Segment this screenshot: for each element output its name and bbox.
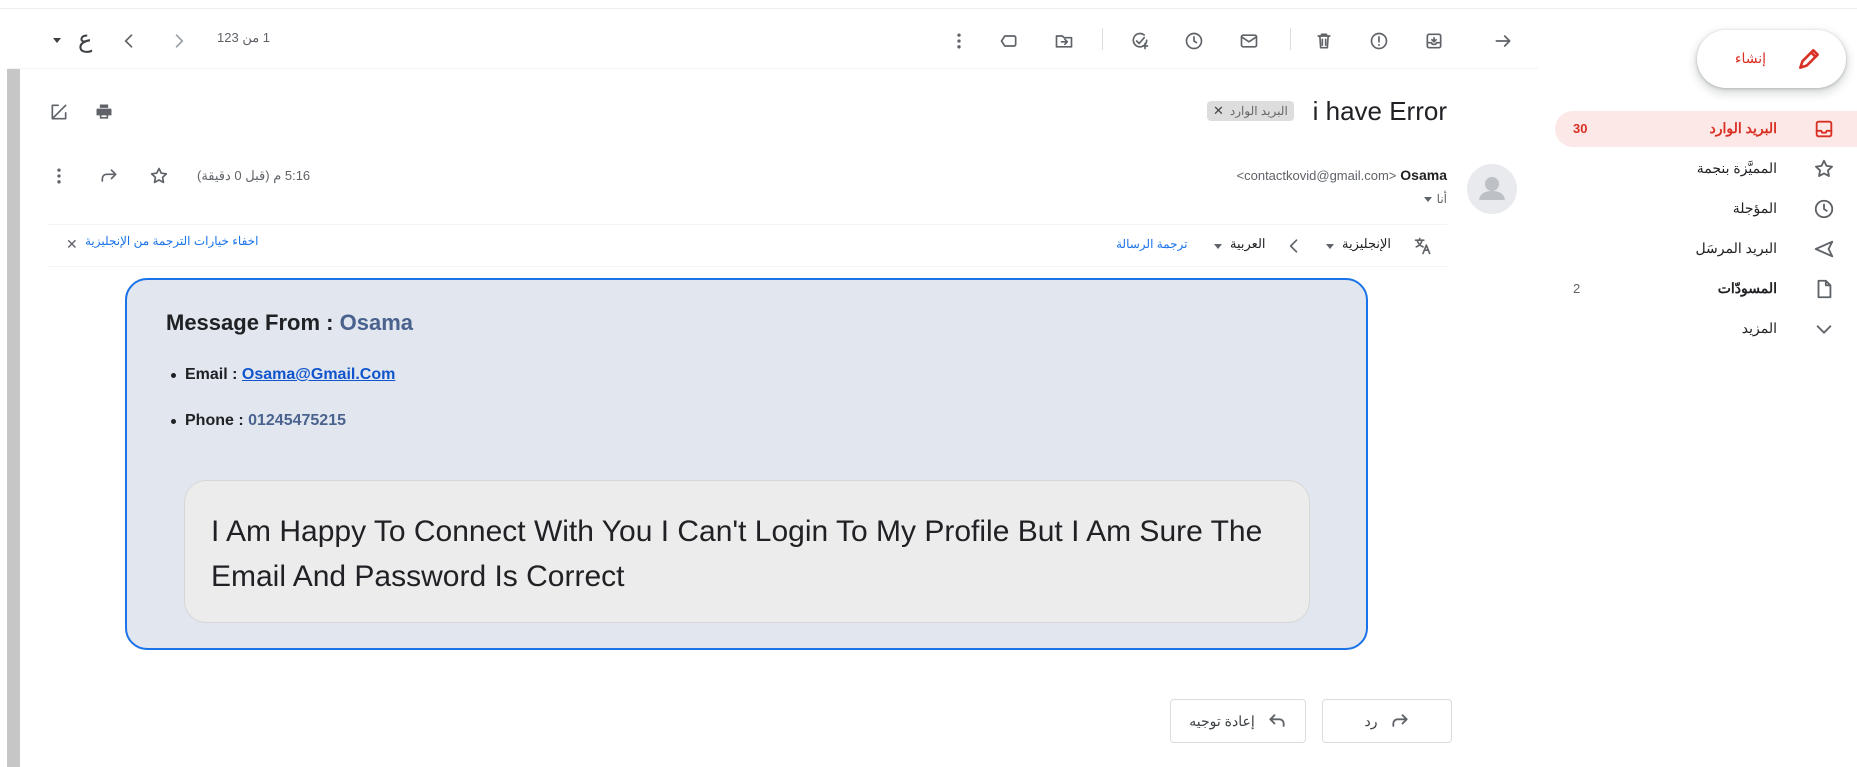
target-language-select[interactable]: العربية: [1230, 236, 1266, 252]
caret-down-icon[interactable]: [1212, 240, 1224, 252]
star-icon: [1813, 158, 1835, 180]
sender-name[interactable]: Osama: [1400, 167, 1447, 183]
email-subject: i have Error: [1312, 96, 1447, 126]
newer-chevron-icon[interactable]: [166, 28, 192, 54]
toolbar-separator: [1290, 28, 1291, 50]
remove-label-icon[interactable]: ✕: [1213, 103, 1224, 119]
pencil-icon: [1796, 46, 1822, 77]
pagination-text: 1 من 123: [217, 30, 271, 45]
print-icon[interactable]: [91, 99, 117, 125]
sender-email: <contactkovid@gmail.com>: [1236, 168, 1397, 183]
more-vert-icon[interactable]: [946, 28, 972, 54]
recipient-details[interactable]: أنا: [1423, 192, 1447, 206]
back-arrow-icon[interactable]: [1490, 28, 1516, 54]
older-chevron-icon[interactable]: [116, 28, 142, 54]
inbox-label-chip: البريد الوارد ✕: [1207, 101, 1294, 121]
phone-value: 01245475215: [248, 412, 346, 429]
compose-label: إنشاء: [1734, 50, 1766, 66]
target-language: العربية: [1230, 236, 1266, 251]
scrollbar[interactable]: [7, 69, 20, 767]
sidebar-item-inbox[interactable]: البريد الوارد 30: [1555, 111, 1857, 147]
reply-icon: [1391, 714, 1408, 727]
send-icon: [1813, 238, 1835, 260]
caret-down-icon[interactable]: [50, 33, 64, 47]
sidebar-item-sent[interactable]: البريد المرسَل: [1555, 231, 1857, 267]
phone-label: Phone :: [185, 412, 249, 429]
email-link[interactable]: Osama@Gmail.Com: [242, 366, 395, 383]
translate-icon: [1410, 233, 1436, 259]
label-icon[interactable]: [996, 28, 1022, 54]
move-to-icon[interactable]: [1051, 28, 1077, 54]
top-divider: [0, 8, 1857, 9]
snooze-icon[interactable]: [1181, 28, 1207, 54]
compose-button[interactable]: إنشاء: [1697, 30, 1846, 88]
avatar: [1467, 164, 1517, 214]
source-language: الإنجليزية: [1342, 236, 1392, 251]
sidebar-item-label: البريد المرسَل: [1695, 240, 1777, 256]
chevron-down-icon: [1813, 318, 1835, 340]
draft-icon: [1813, 278, 1835, 300]
email-time: 5:16 م (قبل 0 دقيقة): [197, 168, 311, 183]
caret-down-icon: [1423, 197, 1432, 202]
reply-label: رد: [1364, 712, 1378, 729]
sidebar-item-drafts[interactable]: المسودّات 2: [1555, 271, 1857, 307]
caret-down-icon[interactable]: [1324, 240, 1336, 252]
clock-icon: [1813, 198, 1835, 220]
sidebar-item-starred[interactable]: المميَّزة بنجمة: [1555, 151, 1857, 187]
delete-icon[interactable]: [1311, 28, 1337, 54]
sidebar-item-label: المؤجلة: [1732, 200, 1777, 216]
message-body: I Am Happy To Connect With You I Can't L…: [184, 480, 1310, 623]
unread-count: 30: [1573, 121, 1588, 136]
source-language-select[interactable]: الإنجليزية: [1342, 236, 1391, 252]
phone-bullet: Phone : 01245475215: [171, 412, 346, 430]
toolbar-separator: [1102, 28, 1103, 50]
star-icon[interactable]: [146, 163, 172, 189]
mark-unread-icon[interactable]: [1236, 28, 1262, 54]
sidebar-item-label: المسودّات: [1717, 280, 1777, 296]
translate-bar-divider: [48, 224, 1447, 225]
sidebar-item-more[interactable]: المزيد: [1555, 311, 1857, 347]
archive-icon[interactable]: [1421, 28, 1447, 54]
drafts-count: 2: [1573, 281, 1581, 296]
chip-label: البريد الوارد: [1229, 104, 1288, 118]
hide-translate-options-link[interactable]: اخفاء خيارات الترجمة من الإنجليزية: [85, 234, 258, 248]
forward-arrow-icon[interactable]: [96, 163, 122, 189]
chevron-left-icon: [1282, 234, 1306, 258]
translate-bar-divider: [48, 266, 1447, 267]
report-spam-icon[interactable]: [1366, 28, 1392, 54]
message-title: Message From : Osama: [166, 310, 413, 336]
sidebar-item-label: المميَّزة بنجمة: [1696, 160, 1777, 176]
message-title-name: Osama: [339, 310, 413, 335]
close-icon[interactable]: ✕: [66, 236, 78, 253]
forward-icon: [1269, 714, 1285, 727]
translate-message-link[interactable]: ترجمة الرسالة: [1116, 237, 1188, 251]
message-card: Message From : Osama Email : Osama@Gmail…: [125, 278, 1368, 650]
forward-button[interactable]: إعادة توجيه: [1170, 699, 1306, 743]
inbox-icon: [1813, 118, 1835, 140]
sender-line: <contactkovid@gmail.com> Osama: [1237, 167, 1447, 183]
more-vert-icon[interactable]: [46, 163, 72, 189]
recipient-label: أنا: [1436, 192, 1447, 206]
message-title-prefix: Message From :: [166, 310, 340, 335]
sidebar-item-label: البريد الوارد: [1709, 120, 1777, 136]
open-new-window-icon[interactable]: [46, 99, 72, 125]
input-language-glyph[interactable]: ع: [78, 25, 92, 54]
add-task-icon[interactable]: [1127, 28, 1153, 54]
toolbar-divider: [8, 68, 1538, 69]
email-bullet: Email : Osama@Gmail.Com: [170, 366, 395, 384]
sidebar-item-snoozed[interactable]: المؤجلة: [1555, 191, 1857, 227]
email-label: Email :: [185, 366, 242, 383]
reply-button[interactable]: رد: [1322, 699, 1452, 743]
sidebar-item-label: المزيد: [1741, 320, 1777, 336]
forward-label: إعادة توجيه: [1189, 712, 1255, 729]
